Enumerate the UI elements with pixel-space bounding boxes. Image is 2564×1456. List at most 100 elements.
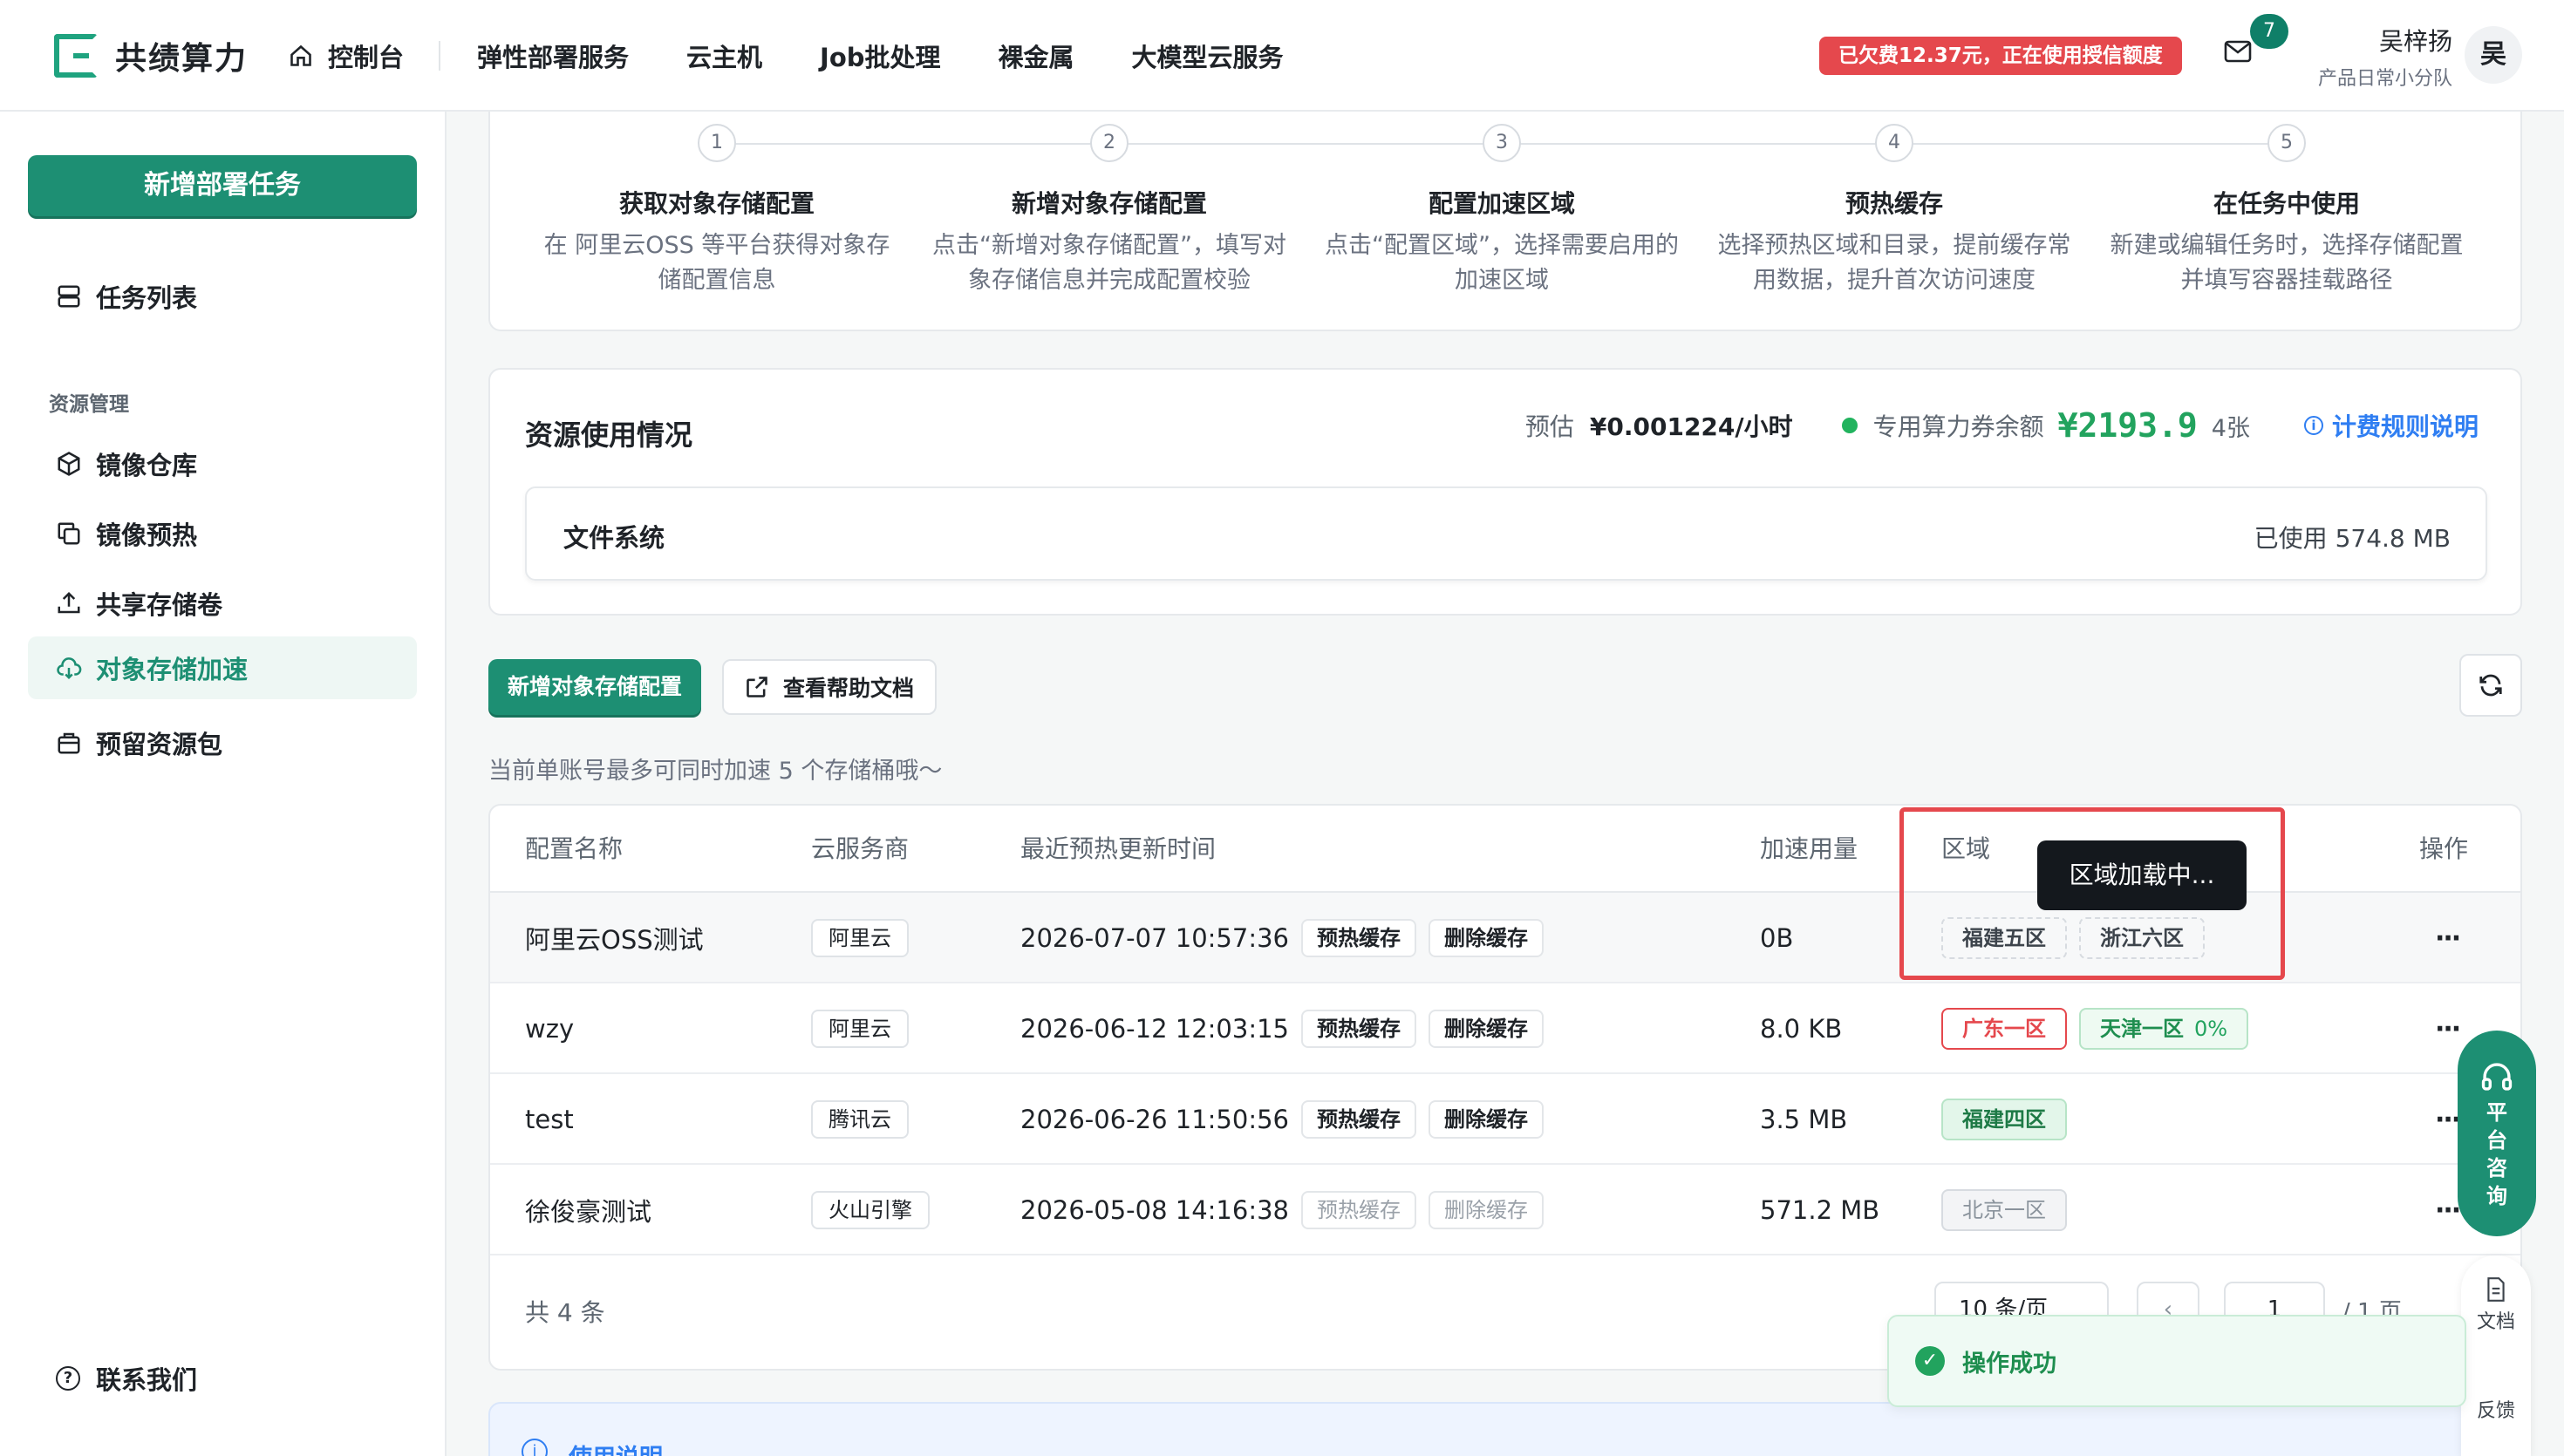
region-tag[interactable]: 天津一区 0% [2079,1008,2249,1050]
nav-elastic-deploy[interactable]: 弹性部署服务 [477,37,629,74]
region-tag[interactable]: 北京一区 [1941,1189,2067,1231]
step-desc: 点击“新增对象存储配置”，填写对象存储信息并完成配置校验 [932,232,1286,294]
accel-usage: 3.5 MB [1760,1105,1848,1134]
usage-note-title: 使用说明 [569,1439,663,1456]
preheat-time: 2026-06-12 12:03:15 [1020,1014,1289,1044]
sidebar-item-reserved-package[interactable]: 预留资源包 [28,711,417,774]
region-loading-tooltip: 区域加载中... [2037,840,2247,910]
step-5: 5 在任务中使用 新建或编辑任务时，选择存储配置并填写容器挂载路径 [2104,124,2470,298]
provider-tag: 阿里云 [811,919,909,957]
logo[interactable]: 共绩算力 [54,33,248,78]
sidebar-item-task-list[interactable]: 任务列表 [28,265,417,328]
delete-cache-button[interactable]: 删除缓存 [1429,1100,1544,1139]
nav-console-label: 控制台 [328,43,405,72]
more-actions-button[interactable]: ··· [2435,1074,2461,1165]
sidebar-item-shared-volume[interactable]: 共享存储卷 [28,572,417,635]
delete-cache-button[interactable]: 删除缓存 [1429,919,1544,957]
brand-name: 共绩算力 [115,41,249,77]
step-number: 1 [698,124,736,162]
floating-doc-feedback-bar: 文档 反馈 [2461,1255,2531,1456]
preheat-cache-button[interactable]: 预热缓存 [1301,1010,1416,1048]
document-icon[interactable] [2485,1276,2507,1303]
help-doc-label: 查看帮助文档 [782,676,914,701]
delete-cache-button[interactable]: 删除缓存 [1429,1010,1544,1048]
preheat-time: 2026-05-08 14:16:38 [1020,1195,1289,1225]
step-title: 预热缓存 [1845,189,1943,218]
info-icon: i [2303,416,2323,435]
user-team: 产品日常小分队 [2317,68,2452,90]
estimate-label: 预估 [1524,412,1574,441]
step-title: 配置加速区域 [1428,189,1575,218]
feedback-link[interactable]: 反馈 [2461,1395,2531,1423]
file-system-used: 已使用 574.8 MB [2254,524,2451,553]
delete-cache-button[interactable]: 删除缓存 [1429,1191,1544,1229]
arrears-badge[interactable]: 已欠费12.37元，正在使用授信额度 [1819,37,2182,75]
headset-icon [2481,1063,2513,1091]
usage-note-card: i 使用说明 [488,1402,2522,1456]
cube-icon [58,452,80,476]
avatar[interactable]: 吴 [2465,26,2522,84]
platform-consult-button[interactable]: 平台咨询 [2458,1031,2536,1236]
region-tag[interactable]: 福建五区 [1941,917,2067,959]
config-name: 徐俊豪测试 [525,1197,652,1227]
table-total: 共 4 条 [525,1298,605,1327]
nav-divider [439,41,441,71]
status-dot [1841,418,1858,433]
add-object-storage-config-button[interactable]: 新增对象存储配置 [488,659,701,715]
preheat-cache-button[interactable]: 预热缓存 [1301,1191,1416,1229]
success-toast: ✓ 操作成功 [1887,1315,2466,1407]
region-tag[interactable]: 浙江六区 [2079,917,2205,959]
logo-icon [54,34,98,78]
step-1: 1 获取对象存储配置 在 阿里云OSS 等平台获得对象存储配置信息 [534,124,900,298]
resource-usage-card: 资源使用情况 预估 ¥0.001224/小时 专用算力券余额 ¥2193.9 4… [488,368,2522,616]
region-progress: 0% [2194,1017,2228,1041]
region-tag[interactable]: 福建四区 [1941,1099,2067,1140]
more-actions-button[interactable]: ··· [2435,1165,2461,1255]
sidebar-item-label: 镜像仓库 [96,451,198,480]
billing-rules-label: 计费规则说明 [2331,412,2479,441]
billing-rules-link[interactable]: i 计费规则说明 [2303,408,2479,443]
sidebar-item-image-preheat[interactable]: 镜像预热 [28,502,417,565]
config-name: wzy [525,1014,575,1044]
copy-icon [58,522,80,545]
table-row: 徐俊豪测试 火山引擎 2026-05-08 14:16:38 预热缓存 删除缓存… [490,1165,2520,1255]
resource-title: 资源使用情况 [525,418,693,452]
more-actions-button[interactable]: ··· [2435,893,2461,983]
nav-llm-cloud[interactable]: 大模型云服务 [1132,37,1284,74]
sidebar-item-label: 共享存储卷 [96,590,223,620]
preheat-cache-button[interactable]: 预热缓存 [1301,919,1416,957]
help-doc-button[interactable]: 查看帮助文档 [722,659,937,715]
sidebar-item-label: 任务列表 [96,283,198,313]
help-circle-icon: ? [56,1366,80,1391]
nav-cloud-host[interactable]: 云主机 [686,37,762,74]
nav-bare-metal[interactable]: 裸金属 [999,37,1074,74]
new-deploy-task-button[interactable]: 新增部署任务 [28,155,417,216]
column-header-region: 区域 [1941,834,1991,863]
sidebar-item-label: 预留资源包 [96,730,223,759]
column-header-preheat-time: 最近预热更新时间 [1020,834,1217,863]
file-system-row: 文件系统 已使用 574.8 MB [525,486,2487,581]
toast-message: 操作成功 [1962,1350,2056,1378]
list-icon [58,285,80,308]
nav-console[interactable]: 控制台 [288,37,404,74]
step-2: 2 新增对象存储配置 点击“新增对象存储配置”，填写对象存储信息并完成配置校验 [926,124,1292,298]
preheat-cache-button[interactable]: 预热缓存 [1301,1100,1416,1139]
contact-us-link[interactable]: ? 联系我们 [56,1360,197,1397]
doc-link[interactable]: 文档 [2461,1306,2531,1334]
region-label: 天津一区 [2100,1017,2184,1041]
accel-usage: 571.2 MB [1760,1195,1880,1225]
sidebar-item-object-storage-accel[interactable]: 对象存储加速 [28,636,417,699]
contact-us-label: 联系我们 [96,1365,198,1395]
sidebar-item-image-repo[interactable]: 镜像仓库 [28,432,417,495]
nav-job-batch[interactable]: Job批处理 [820,37,940,74]
region-tag[interactable]: 广东一区 [1941,1008,2067,1050]
refresh-button[interactable] [2459,654,2522,717]
consult-label: 平台咨询 [2486,1100,2507,1208]
config-name: test [525,1105,574,1134]
mail-icon[interactable] [2224,40,2252,63]
table-row: test 腾讯云 2026-06-26 11:50:56 预热缓存 删除缓存 3… [490,1074,2520,1165]
more-actions-button[interactable]: ··· [2435,983,2461,1074]
user-info[interactable]: 吴梓扬 产品日常小分队 [2302,23,2452,91]
steps-card: 1 获取对象存储配置 在 阿里云OSS 等平台获得对象存储配置信息 2 新增对象… [488,112,2522,331]
preheat-time: 2026-06-26 11:50:56 [1020,1105,1289,1134]
